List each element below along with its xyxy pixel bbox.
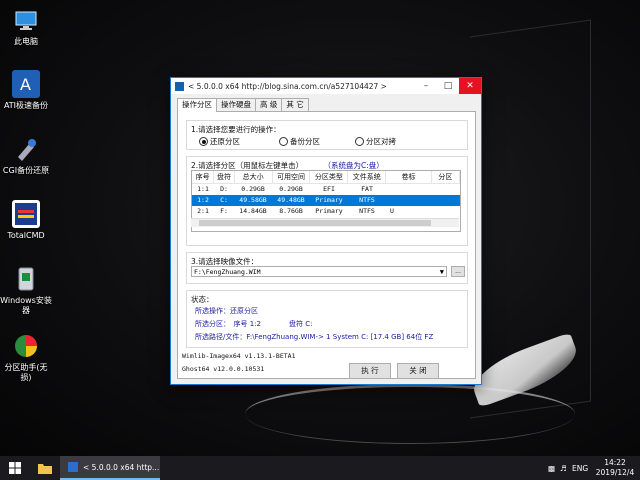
tab-panel: 1.请选择您要进行的操作： 还原分区 备份分区 分区对拷 2.请选择分区（用鼠标… (177, 111, 476, 379)
operation-group: 1.请选择您要进行的操作： 还原分区 备份分区 分区对拷 (186, 120, 468, 150)
desktop-icon-windows-installer[interactable]: Windows安装器 (0, 265, 52, 316)
windows-logo-icon (9, 462, 21, 474)
radio-clone[interactable]: 分区对拷 (355, 136, 396, 147)
partition-table-header: 序号 盘符 总大小 可用空间 分区类型 文件系统 卷标 分区 (192, 171, 460, 184)
tab-other[interactable]: 其 它 (281, 98, 309, 111)
app-window: < 5.0.0.0 x64 http://blog.sina.com.cn/a5… (170, 77, 482, 385)
ghost-version: Ghost64 v12.0.0.10531 (182, 365, 265, 373)
system-disk-hint: （系统盘为C:盘） (323, 161, 384, 170)
app-icon (68, 462, 78, 472)
desktop-icon-pc[interactable]: 此电脑 (0, 6, 52, 47)
svg-text:A: A (20, 75, 31, 94)
status-title: 状态： (191, 295, 214, 304)
partition-group: 2.请选择分区（用鼠标左键单击） （系统盘为C:盘） 序号 盘符 总大小 可用空… (186, 156, 468, 246)
tab-advanced[interactable]: 高 级 (255, 98, 283, 111)
desktop-icon-totalcmd[interactable]: TotalCMD (0, 200, 52, 241)
close-window-button[interactable]: ✕ (459, 78, 481, 94)
totalcmd-icon (12, 200, 40, 228)
taskbar: < 5.0.0.0 x64 http... ▩ ♬ ENG 14:22 2019… (0, 456, 640, 480)
file-explorer-button[interactable] (32, 456, 58, 480)
execute-button[interactable]: 执 行 (349, 363, 391, 379)
table-row[interactable]: 1:1 D: 0.29GB 0.29GB EFI FAT (192, 184, 460, 195)
window-title: < 5.0.0.0 x64 http://blog.sina.com.cn/a5… (188, 81, 387, 91)
tray-network-icon[interactable]: ▩ (548, 456, 555, 480)
pc-icon (12, 6, 40, 34)
status-path: 所选路径/文件：F:\FengZhuang.WIM-> 1 System C: … (195, 333, 434, 341)
table-row-selected[interactable]: 1:2 C: 49.58GB 49.48GB Primary NTFS (192, 195, 460, 206)
desktop-icon-ati-backup[interactable]: A ATI极速备份 (0, 70, 52, 111)
start-button[interactable] (0, 456, 30, 480)
tray-volume-icon[interactable]: ♬ (560, 456, 567, 480)
radio-clone-dot (355, 137, 364, 146)
radio-backup[interactable]: 备份分区 (279, 136, 320, 147)
table-row[interactable]: 2:1 F: 14.84GB 8.76GB Primary NTFS U (192, 206, 460, 217)
operation-title: 1.请选择您要进行的操作： (191, 125, 281, 134)
browse-button[interactable]: ... (451, 266, 465, 277)
desktop-icon-cgi[interactable]: CGI备份还原 (0, 135, 52, 176)
radio-restore-dot (199, 137, 208, 146)
chevron-down-icon[interactable]: ▼ (440, 267, 444, 278)
windows-installer-icon (12, 265, 40, 293)
close-button[interactable]: 关 闭 (397, 363, 439, 379)
input-language[interactable]: ENG (572, 456, 588, 480)
radio-backup-dot (279, 137, 288, 146)
title-bar[interactable]: < 5.0.0.0 x64 http://blog.sina.com.cn/a5… (171, 78, 481, 94)
table-horizontal-scrollbar[interactable] (191, 218, 459, 227)
tab-strip: 操作分区 操作硬盘 高 级 其 它 (177, 98, 309, 112)
tab-partition-ops[interactable]: 操作分区 (177, 98, 217, 112)
image-file-group: 3.请选择映像文件： F:\FengZhuang.WIM ▼ ... (186, 252, 468, 284)
partition-assistant-icon (12, 332, 40, 360)
scrollbar-thumb[interactable] (199, 220, 431, 226)
clock[interactable]: 14:22 2019/12/4 (592, 458, 638, 478)
status-group: 状态： 所选操作：还原分区 所选分区： 序号 1:2 盘符 C: 所选路径/文件… (186, 290, 468, 348)
taskbar-app-button[interactable]: < 5.0.0.0 x64 http... (60, 456, 160, 480)
wallpaper-tv-stand (245, 384, 575, 444)
ati-backup-icon: A (12, 70, 40, 98)
radio-restore[interactable]: 还原分区 (199, 136, 240, 147)
app-icon (175, 81, 184, 91)
tab-disk-ops[interactable]: 操作硬盘 (216, 98, 256, 111)
wimlib-version: Wimlib-Imagex64 v1.13.1-BETA1 (182, 352, 296, 360)
minimize-button[interactable]: – (415, 78, 437, 94)
desktop-icon-partition-assistant[interactable]: 分区助手(无损) (0, 332, 52, 383)
maximize-button[interactable]: □ (437, 78, 459, 94)
status-partition: 所选分区： 序号 1:2 盘符 C: (195, 320, 313, 328)
folder-icon (38, 464, 52, 474)
image-file-combobox[interactable]: F:\FengZhuang.WIM ▼ (191, 266, 447, 277)
status-operation: 所选操作：还原分区 (195, 307, 258, 315)
cgi-tools-icon (12, 135, 40, 163)
